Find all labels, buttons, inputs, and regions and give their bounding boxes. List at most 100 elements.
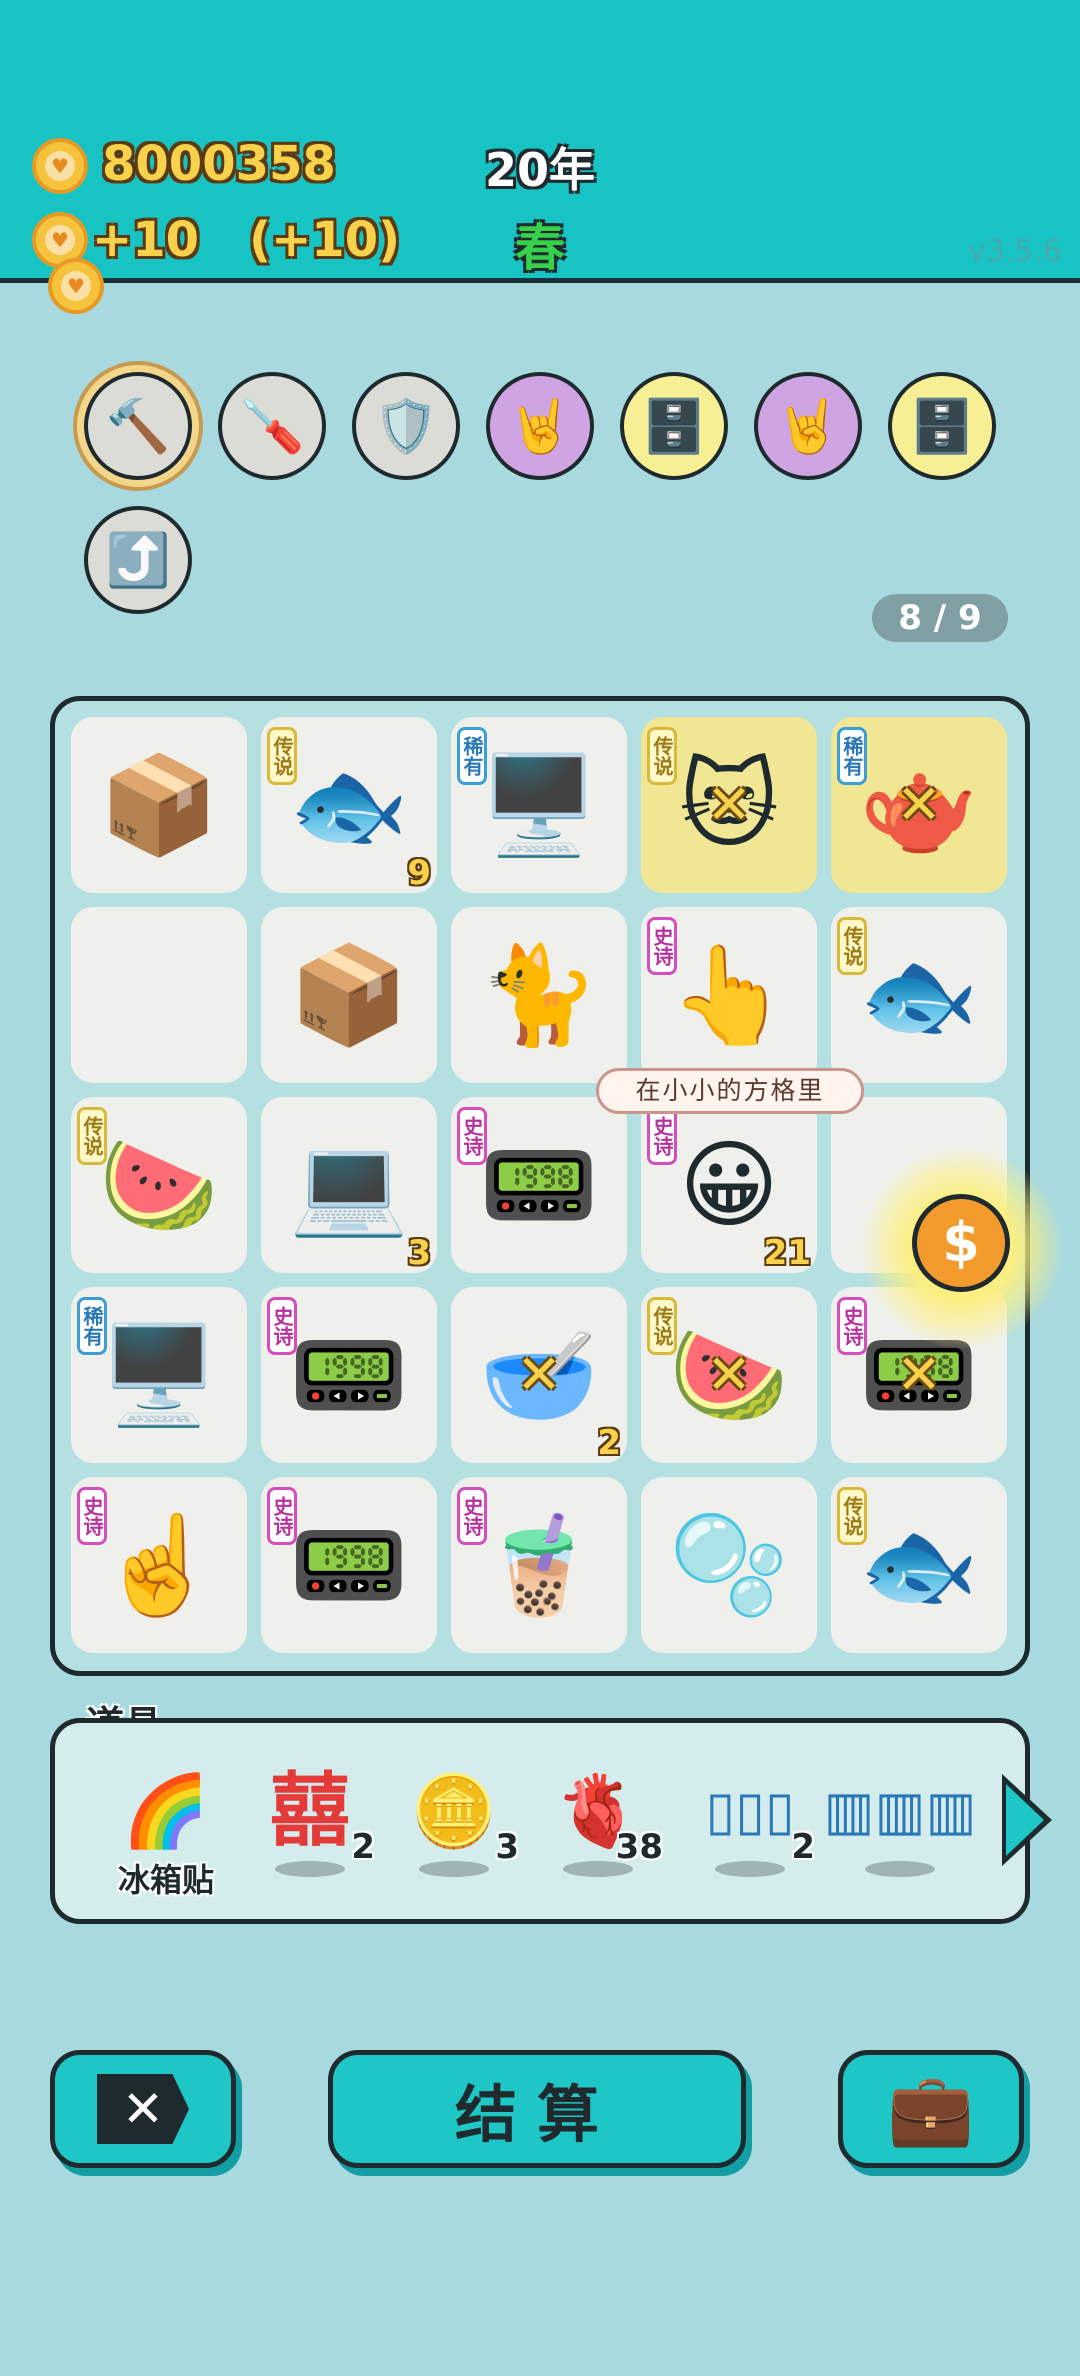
item-coin[interactable]: 🪙 3	[389, 1763, 519, 1893]
rarity-tag: 史诗	[457, 1487, 487, 1545]
cell-count: 9	[407, 853, 431, 893]
board-cell[interactable]: 🐟 传说	[831, 907, 1007, 1083]
board-cell[interactable]: 🫖 稀有 ✕	[831, 717, 1007, 893]
money-counter: 8000358	[102, 136, 336, 192]
safe-icon[interactable]: 🗄️	[888, 372, 996, 480]
briefcase-icon: 💼	[887, 2067, 975, 2150]
cell-item-icon: 📦	[289, 938, 409, 1051]
board-cell[interactable]: 🐟 传说 9	[261, 717, 437, 893]
cell-count: 21	[763, 1233, 811, 1273]
remove-mark-icon: ✕	[896, 1343, 942, 1406]
upgrade-arrow-icon[interactable]: ⤴️	[84, 506, 192, 614]
item-shadow	[715, 1861, 785, 1877]
rarity-tag: 史诗	[77, 1487, 107, 1545]
board-cell[interactable]: 🍉 传说	[71, 1097, 247, 1273]
item-slots[interactable]: ▯▯▯ 2	[685, 1763, 815, 1893]
income-counter: +10 (+10)	[92, 212, 401, 268]
rarity-tag: 传说	[647, 727, 677, 785]
header: ♥ 8000358 ♥ ♥ +10 (+10) 20年 春 v3.5.6	[0, 0, 1080, 314]
cell-item-icon: 🐈	[479, 938, 599, 1051]
safe-icon[interactable]: 🗄️	[620, 372, 728, 480]
wrench-shield-icon[interactable]: 🛡️	[352, 372, 460, 480]
dollar-coin-icon[interactable]: $	[912, 1194, 1010, 1292]
remove-mark-icon: ✕	[896, 773, 942, 836]
board-cell[interactable]: 😀 史诗 21	[641, 1097, 817, 1273]
board-cell[interactable]	[71, 907, 247, 1083]
cell-item-icon: 📟	[479, 1128, 599, 1241]
cell-count: 3	[407, 1233, 431, 1273]
board-cell[interactable]: 🧋 史诗	[451, 1477, 627, 1653]
cell-item-icon: 🫧	[669, 1508, 789, 1621]
screwdriver-icon[interactable]: 🪛	[218, 372, 326, 480]
cell-item-icon: 📟	[289, 1318, 409, 1431]
bag-button[interactable]: 💼	[838, 2050, 1024, 2168]
season-label: 春	[515, 219, 565, 277]
coin-icon: 🪙	[410, 1770, 498, 1852]
item-liver[interactable]: 🫀 38	[533, 1763, 663, 1893]
item-qty: 3	[495, 1827, 519, 1867]
remove-mark-icon: ✕	[706, 773, 752, 836]
board-cell[interactable]: 📟 史诗	[261, 1287, 437, 1463]
rarity-tag: 传说	[837, 1487, 867, 1545]
rarity-tag: 史诗	[647, 917, 677, 975]
item-double-happiness[interactable]: 囍 2	[245, 1763, 375, 1893]
item-shadow	[275, 1861, 345, 1877]
board-cell[interactable]: 👆 史诗	[641, 907, 817, 1083]
cell-item-icon: 🍉	[99, 1128, 219, 1241]
double-happiness-icon: 囍	[270, 1764, 350, 1857]
page-counter: 8 / 9	[872, 594, 1008, 642]
version-label: v3.5.6	[967, 234, 1062, 269]
rarity-tag: 史诗	[267, 1297, 297, 1355]
speech-bubble: 在小小的方格里	[596, 1068, 864, 1114]
board-cell[interactable]: 🐟 传说	[831, 1477, 1007, 1653]
board-cell[interactable]: 📦	[261, 907, 437, 1083]
cell-item-icon: 📟	[289, 1508, 409, 1621]
rarity-tag: 传说	[837, 917, 867, 975]
close-icon: ✕	[97, 2074, 189, 2144]
settle-button[interactable]: 结算	[328, 2050, 746, 2168]
board-cell[interactable]: 🫧	[641, 1477, 817, 1653]
cell-item-icon: 👆	[669, 938, 789, 1051]
rarity-tag: 稀有	[77, 1297, 107, 1355]
rarity-tag: 史诗	[267, 1487, 297, 1545]
rarity-tag: 传说	[647, 1297, 677, 1355]
cell-item-icon: 🖥️	[479, 748, 599, 861]
remove-mark-icon: ✕	[706, 1343, 752, 1406]
year-label: 20年	[484, 143, 595, 197]
item-label: 冰箱贴	[117, 1861, 214, 1899]
slots-icon: ▯▯▯	[705, 1779, 795, 1842]
board-cell[interactable]: ☝️ 史诗	[71, 1477, 247, 1653]
board-cell[interactable]: 💻 3	[261, 1097, 437, 1273]
item-rare-slots[interactable]: ▥▥▥	[823, 1763, 977, 1893]
rarity-tag: 传说	[267, 727, 297, 785]
cell-item-icon: 🧋	[479, 1508, 599, 1621]
board-cell[interactable]: 🥣 2 ✕	[451, 1287, 627, 1463]
board-cell[interactable]: 📦	[71, 717, 247, 893]
cell-item-icon: 🐟	[859, 938, 979, 1051]
hammer-icon[interactable]: 🔨	[84, 372, 192, 480]
rock-hand-icon[interactable]: 🤘	[754, 372, 862, 480]
item-qty: 2	[351, 1827, 375, 1867]
board-cell[interactable]: 🍉 传说 ✕	[641, 1287, 817, 1463]
board-cell[interactable]: 🖥️ 稀有	[451, 717, 627, 893]
coin-icon: ♥	[32, 138, 88, 194]
board-cell[interactable]: 📟 史诗	[261, 1477, 437, 1653]
item-qty: 38	[615, 1827, 663, 1867]
rarity-tag: 稀有	[837, 727, 867, 785]
board-cell[interactable]: 🐈	[451, 907, 627, 1083]
rarity-tag: 稀有	[457, 727, 487, 785]
items-panel: 🌈 冰箱贴 囍 2 🪙 3 🫀 38 ▯▯▯ 2 ▥▥▥	[50, 1718, 1030, 1924]
rarity-tag: 史诗	[457, 1107, 487, 1165]
item-qty: 2	[791, 1827, 815, 1867]
rarity-tag: 史诗	[837, 1297, 867, 1355]
board-cell[interactable]: 📟 史诗	[451, 1097, 627, 1273]
board-cell[interactable]: 🐱 传说 ✕	[641, 717, 817, 893]
item-rainbow[interactable]: 🌈 冰箱贴	[101, 1763, 231, 1899]
remove-mark-icon: ✕	[516, 1343, 562, 1406]
cell-count: 2	[597, 1423, 621, 1463]
close-button[interactable]: ✕	[50, 2050, 236, 2168]
tool-bar: 🔨 🪛 🛡️ 🤘 🗄️ 🤘 🗄️ ⤴️	[80, 372, 1020, 614]
cell-item-icon: 🖥️	[99, 1318, 219, 1431]
board-cell[interactable]: 🖥️ 稀有	[71, 1287, 247, 1463]
rock-hand-icon[interactable]: 🤘	[486, 372, 594, 480]
